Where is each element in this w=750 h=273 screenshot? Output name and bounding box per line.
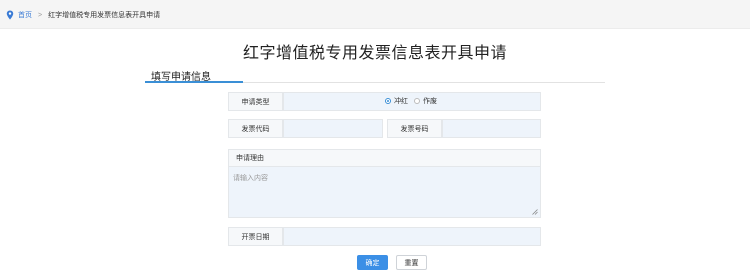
apply-type-label: 申请类型 xyxy=(228,92,283,111)
reason-label: 申请理由 xyxy=(228,149,541,167)
invoice-code-label: 发票代码 xyxy=(228,119,283,138)
radio-unchecked-icon[interactable] xyxy=(414,98,420,104)
breadcrumb-current: 红字增值税专用发票信息表开具申请 xyxy=(48,12,161,19)
page-title: 红字增值税专用发票信息表开具申请 xyxy=(242,45,507,62)
invoice-code-input[interactable] xyxy=(283,119,383,138)
reason-textarea[interactable]: 请输入内容 xyxy=(228,167,541,218)
radio-label: 冲红 xyxy=(394,98,408,105)
radio-label: 作废 xyxy=(423,98,437,105)
location-pin-icon xyxy=(6,10,14,20)
reset-button[interactable]: 重置 xyxy=(396,255,427,270)
section-underline xyxy=(145,81,243,83)
issue-date-row: 开票日期 xyxy=(228,227,541,246)
issue-date-label: 开票日期 xyxy=(228,227,283,246)
reason-placeholder: 请输入内容 xyxy=(233,175,268,182)
radio-checked-icon[interactable] xyxy=(385,98,391,104)
resize-handle-icon[interactable] xyxy=(532,209,538,215)
breadcrumb-home-link[interactable]: 首页 xyxy=(18,10,32,20)
invoice-number-row: 发票号码 xyxy=(387,119,541,138)
radio-option-zuofei[interactable]: 作废 xyxy=(414,96,437,106)
section-header: 填写申请信息 xyxy=(145,66,605,83)
apply-type-radio-group: 冲红 作废 xyxy=(385,96,443,106)
breadcrumb-separator: > xyxy=(38,11,43,19)
invoice-number-input[interactable] xyxy=(442,119,541,138)
invoice-code-row: 发票代码 xyxy=(228,119,383,138)
radio-option-chonghong[interactable]: 冲红 xyxy=(385,96,408,106)
breadcrumb: 首页 > 红字增值税专用发票信息表开具申请 xyxy=(6,10,160,20)
confirm-button[interactable]: 确定 xyxy=(357,255,388,270)
top-bar: 首页 > 红字增值税专用发票信息表开具申请 xyxy=(0,0,750,29)
issue-date-input[interactable] xyxy=(283,227,541,246)
invoice-number-label: 发票号码 xyxy=(387,119,442,138)
